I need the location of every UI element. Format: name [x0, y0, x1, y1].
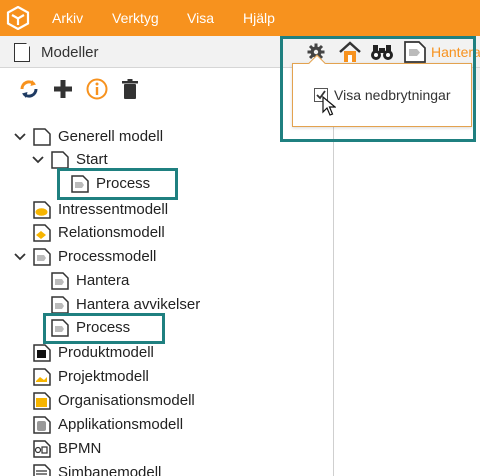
organisation-model-icon: [33, 392, 51, 410]
process-document-icon: [51, 296, 69, 314]
tree-node-label: Generell modell: [58, 128, 164, 145]
tree-node-organisationsmodell[interactable]: Organisationsmodell: [32, 390, 195, 412]
menu-arkiv[interactable]: Arkiv: [52, 10, 83, 26]
add-icon[interactable]: [52, 78, 74, 100]
menu-verktyg[interactable]: Verktyg: [112, 10, 159, 26]
tree-node-hantera[interactable]: Hantera: [50, 270, 129, 292]
models-panel-header: Modeller: [0, 36, 278, 68]
chevron-down-icon[interactable]: [13, 250, 27, 264]
process-model-icon: [33, 248, 51, 266]
project-model-icon: [33, 368, 51, 386]
tree-node-projektmodell[interactable]: Projektmodell: [32, 366, 149, 388]
application-model-icon: [33, 416, 51, 434]
tree-node-applikationsmodell[interactable]: Applikationsmodell: [32, 414, 183, 436]
tree-node-label: Projektmodell: [58, 368, 149, 385]
highlight-frame: [43, 313, 165, 344]
tree-node-label: Processmodell: [58, 248, 157, 265]
panel-title: Modeller: [41, 44, 99, 61]
process-document-icon: [51, 272, 69, 290]
document-icon: [14, 42, 31, 62]
tree-node-relationsmodell[interactable]: Relationsmodell: [32, 222, 165, 244]
tree-node-produktmodell[interactable]: Produktmodell: [32, 342, 154, 364]
menu-hjalp[interactable]: Hjälp: [243, 10, 275, 26]
tree-node-label: BPMN: [58, 440, 102, 457]
highlight-frame: [280, 36, 476, 142]
tree-node-label: Organisationsmodell: [58, 392, 195, 409]
document-icon: [33, 128, 51, 146]
product-model-icon: [33, 344, 51, 362]
tree-node-bpmn[interactable]: BPMN: [32, 438, 101, 460]
app-logo-icon[interactable]: [6, 6, 30, 30]
chevron-down-icon[interactable]: [31, 153, 45, 167]
info-icon[interactable]: [86, 78, 108, 100]
tree-node-label: Intressentmodell: [58, 201, 169, 218]
tree-node-label: Simbanemodell: [58, 464, 162, 476]
tree-node-label: Hantera: [76, 272, 130, 289]
trash-icon[interactable]: [119, 78, 141, 100]
bpmn-icon: [33, 440, 51, 458]
highlight-frame: [57, 168, 178, 200]
tree-node-generell-modell[interactable]: Generell modell: [32, 126, 163, 148]
tree-node-simbanemodell[interactable]: Simbanemodell: [32, 462, 161, 476]
menu-bar: Arkiv Verktyg Visa Hjälp: [0, 0, 480, 36]
tree-node-processmodell[interactable]: Processmodell: [32, 246, 156, 268]
tree-node-label: Applikationsmodell: [58, 416, 184, 433]
sync-icon[interactable]: [18, 78, 40, 100]
tree-node-label: Produktmodell: [58, 344, 154, 361]
tree-node-label: Relationsmodell: [58, 224, 165, 241]
menu-visa[interactable]: Visa: [187, 10, 214, 26]
chevron-down-icon[interactable]: [13, 130, 27, 144]
swimlane-model-icon: [33, 464, 51, 476]
tree-node-intressentmodell[interactable]: Intressentmodell: [32, 199, 168, 221]
stakeholder-model-icon: [33, 201, 51, 219]
relation-model-icon: [33, 224, 51, 242]
document-icon: [51, 151, 69, 169]
